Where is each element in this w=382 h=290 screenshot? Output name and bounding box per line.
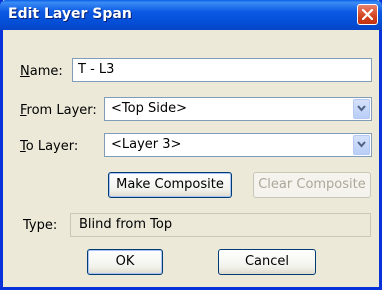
chevron-down-icon [357, 105, 366, 112]
name-label: Name: [20, 64, 63, 79]
type-label: Type: [23, 218, 58, 233]
title-bar[interactable]: Edit Layer Span [0, 0, 382, 30]
ok-button[interactable]: OK [87, 249, 163, 275]
close-icon [362, 9, 373, 20]
to-layer-label: To Layer: [20, 139, 79, 154]
close-button[interactable] [357, 4, 378, 25]
type-value: Blind from Top [70, 213, 371, 237]
dialog-title: Edit Layer Span [8, 6, 132, 22]
from-layer-dropdown-button[interactable] [353, 99, 370, 119]
edit-layer-span-dialog: Edit Layer Span Name: T - L3 From Layer:… [0, 0, 382, 290]
cancel-button[interactable]: Cancel [218, 249, 316, 275]
to-layer-value: <Layer 3> [111, 137, 182, 152]
clear-composite-button[interactable]: Clear Composite [253, 172, 371, 198]
to-layer-select[interactable]: <Layer 3> [104, 133, 372, 157]
make-composite-button[interactable]: Make Composite [108, 172, 232, 198]
name-field[interactable]: T - L3 [72, 58, 372, 82]
from-layer-value: <Top Side> [111, 101, 187, 116]
from-layer-label: From Layer: [20, 103, 97, 118]
to-layer-dropdown-button[interactable] [353, 135, 370, 155]
chevron-down-icon [357, 141, 366, 148]
from-layer-select[interactable]: <Top Side> [104, 97, 372, 121]
